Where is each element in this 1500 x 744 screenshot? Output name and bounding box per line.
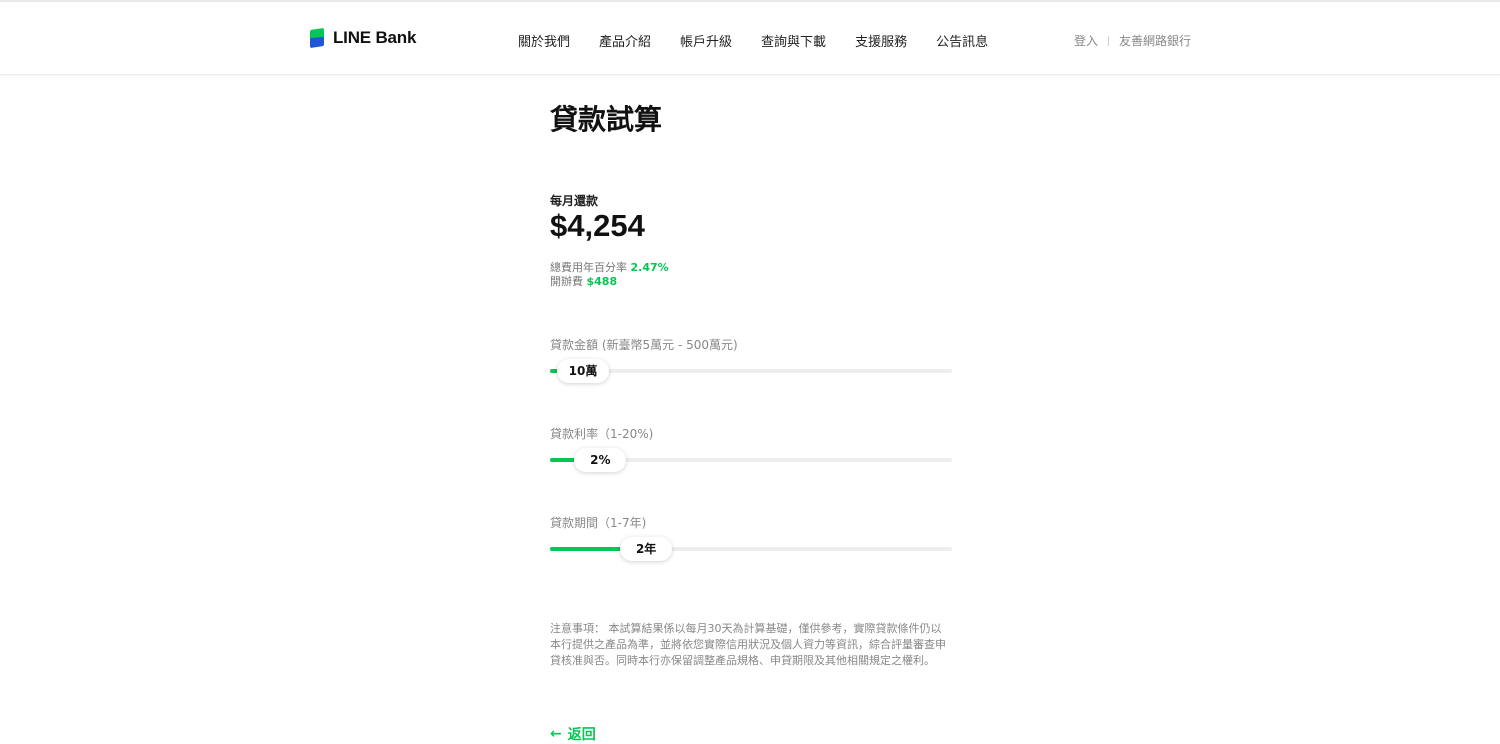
main-nav: 關於我們 產品介紹 帳戶升級 查詢與下載 支援服務 公告訊息 [518,31,1017,50]
back-link[interactable]: ← 返回 [550,724,596,744]
setup-fee-line: 開辦費 $488 [550,273,617,289]
auth-links: 登入 友善網路銀行 [1074,32,1191,49]
logo[interactable]: LINE Bank [308,28,416,48]
loan-amount-slider[interactable] [550,369,952,373]
back-label: 返回 [567,727,596,743]
page-title: 貸款試算 [550,103,663,136]
nav-inquiry-download[interactable]: 查詢與下載 [761,31,826,50]
nav-about[interactable]: 關於我們 [518,31,570,50]
auth-divider [1108,35,1110,46]
nav-products[interactable]: 產品介紹 [599,31,651,50]
loan-term-slider[interactable] [550,547,952,551]
loan-term-label: 貸款期間（1-7年) [550,516,647,530]
nav-support[interactable]: 支援服務 [855,31,907,50]
loan-rate-handle[interactable]: 2% [574,448,627,472]
setup-fee-value: $488 [586,275,618,288]
monthly-payment-value: $4,254 [550,208,645,243]
site-header: LINE Bank 關於我們 產品介紹 帳戶升級 查詢與下載 支援服務 公告訊息… [0,2,1500,75]
monthly-payment-label: 每月還款 [550,194,599,208]
loan-rate-label: 貸款利率（1-20%) [550,427,654,441]
nav-account-upgrade[interactable]: 帳戶升級 [680,31,732,50]
partner-bank-link[interactable]: 友善網路銀行 [1119,32,1191,49]
nav-announcements[interactable]: 公告訊息 [936,31,988,50]
loan-term-handle[interactable]: 2年 [620,537,673,561]
apr-value: 2.47% [630,261,669,274]
loan-amount-handle[interactable]: 10萬 [557,359,610,383]
login-link[interactable]: 登入 [1074,32,1098,49]
setup-fee-label: 開辦費 [550,275,583,288]
loan-amount-label: 貸款金額 (新臺幣5萬元 - 500萬元) [550,338,738,352]
line-bank-logo-icon [310,28,324,48]
disclaimer-notice: 注意事項： 本試算結果係以每月30天為計算基礎，僅供參考，實際貸款條件仍以本行提… [550,622,946,667]
logo-text: LINE Bank [333,28,417,47]
